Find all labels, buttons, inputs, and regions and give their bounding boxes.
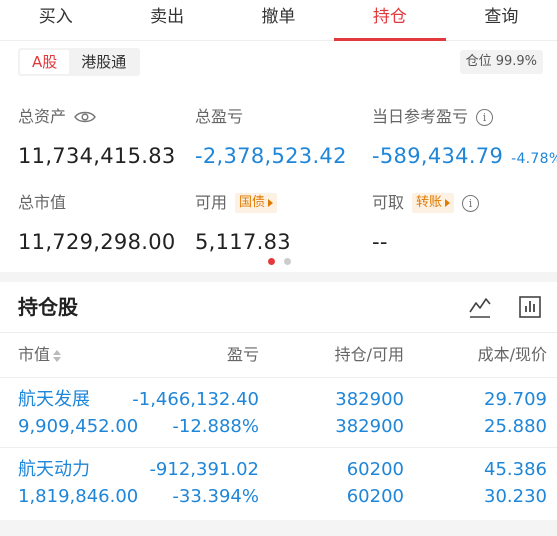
stock-price: 30.230	[484, 486, 547, 507]
position-ratio: 仓位 99.9%	[459, 50, 543, 74]
daily-pl-label: 当日参考盈亏	[372, 107, 469, 126]
tab-buy[interactable]: 买入	[0, 0, 111, 40]
divider	[0, 447, 557, 448]
daily-pl: 当日参考盈亏 i -589,434.79 -4.78%	[372, 106, 557, 173]
col-holding: 持仓/可用	[334, 345, 404, 364]
stock-holding: 382900	[335, 389, 404, 410]
tab-query[interactable]: 查询	[446, 0, 557, 40]
total-pl-value: -2,378,523.42	[195, 144, 347, 168]
tab-holdings[interactable]: 持仓	[334, 0, 447, 41]
bottom-spacer	[0, 520, 557, 536]
divider	[0, 332, 557, 333]
section-divider	[0, 272, 557, 282]
holdings-header: 持仓股	[0, 288, 557, 326]
market-bar: A股 港股通 仓位 99.9%	[18, 48, 543, 76]
market-a-share-button[interactable]: A股	[20, 50, 70, 74]
daily-pl-pct: -4.78%	[511, 151, 557, 167]
stock-available: 60200	[346, 486, 404, 507]
market-value-value: 11,729,298.00	[18, 230, 176, 254]
trend-chart-icon[interactable]	[468, 295, 492, 319]
tab-cancel[interactable]: 撤单	[223, 0, 334, 40]
trade-tabs: 买入 卖出 撤单 持仓 查询	[0, 0, 557, 41]
market-value: 总市值 11,729,298.00	[18, 192, 176, 256]
stock-available: 382900	[335, 416, 404, 437]
holdings-table-header: 市值 盈亏 持仓/可用 成本/现价	[0, 344, 557, 366]
caret-right-icon	[268, 199, 274, 207]
info-icon[interactable]: i	[462, 194, 480, 212]
stock-cost: 45.386	[484, 459, 547, 480]
page-dot-1[interactable]	[268, 258, 275, 265]
col-pl: 盈亏	[226, 345, 259, 364]
market-value-label: 总市值	[18, 193, 67, 212]
market-hk-connect-button[interactable]: 港股通	[69, 50, 138, 74]
eye-icon[interactable]	[74, 110, 96, 124]
stock-market-value: 9,909,452.00	[18, 416, 139, 437]
total-pl: 总盈亏 -2,378,523.42	[195, 106, 347, 170]
stock-name: 航天动力	[18, 459, 90, 480]
table-row[interactable]: 航天动力 1,819,846.00 -912,391.02 -33.394% 6…	[0, 458, 557, 520]
position-ratio-value: 99.9%	[495, 54, 537, 69]
total-pl-label: 总盈亏	[195, 107, 244, 126]
stock-holding: 60200	[346, 459, 404, 480]
col-market-value-label: 市值	[18, 345, 51, 364]
stock-price: 25.880	[484, 416, 547, 437]
page-indicator	[268, 258, 291, 265]
total-assets: 总资产 11,734,415.83	[18, 106, 176, 170]
transfer-tag-label: 转账	[416, 195, 443, 210]
page-dot-2[interactable]	[284, 258, 291, 265]
stock-market-value: 1,819,846.00	[18, 486, 139, 507]
sort-icon	[53, 349, 62, 363]
withdrawable: 可取 转账 i --	[372, 192, 480, 256]
stock-pl: -912,391.02	[149, 459, 259, 480]
stock-pl-pct: -12.888%	[172, 416, 259, 437]
treasury-tag-button[interactable]: 国债	[235, 193, 278, 213]
available-value: 5,117.83	[195, 230, 291, 254]
info-icon[interactable]: i	[476, 108, 494, 126]
bar-chart-icon[interactable]	[518, 295, 542, 319]
tab-sell[interactable]: 卖出	[111, 0, 222, 40]
available-label: 可用	[195, 193, 228, 212]
col-cost-price: 成本/现价	[477, 345, 547, 364]
table-row[interactable]: 航天发展 9,909,452.00 -1,466,132.40 -12.888%…	[0, 388, 557, 450]
treasury-tag-label: 国债	[239, 195, 266, 210]
daily-pl-value: -589,434.79	[372, 144, 504, 168]
position-ratio-label: 仓位	[465, 54, 492, 69]
withdrawable-label: 可取	[372, 193, 405, 212]
stock-name: 航天发展	[18, 389, 90, 410]
transfer-tag-button[interactable]: 转账	[412, 193, 455, 213]
account-summary: 总资产 11,734,415.83 总盈亏 -2,378,523.42 当日参考…	[0, 100, 557, 260]
total-assets-label: 总资产	[18, 107, 67, 126]
total-assets-value: 11,734,415.83	[18, 144, 176, 168]
withdrawable-value: --	[372, 230, 388, 254]
holdings-title: 持仓股	[18, 295, 78, 319]
col-market-value[interactable]: 市值	[18, 344, 62, 366]
stock-cost: 29.709	[484, 389, 547, 410]
divider	[0, 377, 557, 378]
caret-right-icon	[445, 199, 451, 207]
stock-pl: -1,466,132.40	[132, 389, 259, 410]
available-cash: 可用 国债 5,117.83	[195, 192, 291, 256]
market-toggle: A股 港股通	[18, 48, 141, 76]
stock-pl-pct: -33.394%	[172, 486, 259, 507]
